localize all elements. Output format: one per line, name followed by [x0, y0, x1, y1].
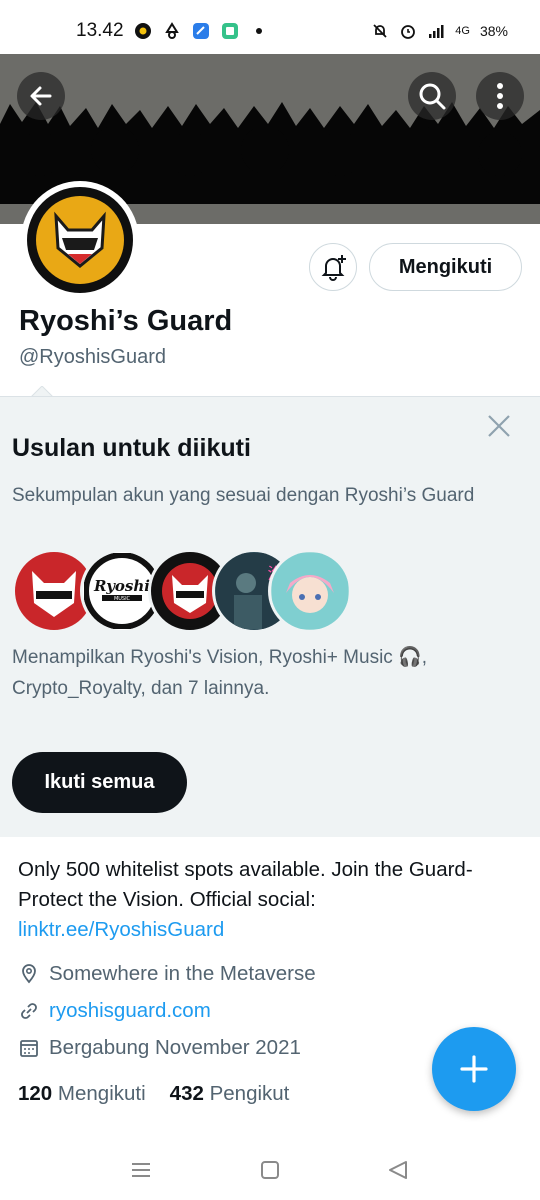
alarm-icon — [401, 25, 416, 39]
suggestions-panel: Usulan untuk diikuti Sekumpulan akun yan… — [0, 396, 540, 837]
link-icon — [18, 1000, 40, 1022]
following-number: 120 — [18, 1082, 53, 1105]
suggested-avatars[interactable]: RyoshiMUSIC 漁師 — [12, 549, 352, 633]
network-type: 4G — [455, 25, 470, 37]
website-link[interactable]: ryoshisguard.com — [49, 999, 211, 1023]
profile-bio: Only 500 whitelist spots available. Join… — [18, 855, 523, 945]
app-notification-icon — [135, 23, 151, 39]
signal-icon — [429, 25, 444, 38]
recent-apps-button[interactable] — [127, 1156, 155, 1184]
suggestions-description: Sekumpulan akun yang sesuai dengan Ryosh… — [12, 485, 475, 506]
following-label: Mengikuti — [57, 1082, 146, 1105]
location-text: Somewhere in the Metaverse — [49, 962, 316, 985]
anime-girl-icon — [272, 553, 348, 629]
status-system-icons: 4G 38% — [371, 22, 508, 40]
notification-toggle-button[interactable] — [309, 243, 357, 291]
followers-number: 432 — [169, 1082, 204, 1105]
location-row: Somewhere in the Metaverse — [18, 962, 316, 986]
bio-text: Only 500 whitelist spots available. Join… — [18, 858, 473, 911]
more-options-button[interactable] — [476, 72, 524, 120]
status-notification-icons — [134, 22, 268, 40]
profile-name: Ryoshi’s Guard — [19, 305, 233, 337]
following-count[interactable]: 120 Mengikuti — [18, 1082, 146, 1106]
joined-text: Bergabung November 2021 — [49, 1036, 301, 1059]
website-row: ryoshisguard.com — [18, 999, 211, 1023]
search-button[interactable] — [408, 72, 456, 120]
guard-cat-logo-icon — [36, 196, 124, 284]
followers-count[interactable]: 432 Pengikut — [170, 1082, 290, 1106]
back-nav-button[interactable] — [384, 1156, 412, 1184]
status-bar: 13.42 4G 38% — [0, 0, 540, 54]
triangle-back-icon — [389, 1161, 407, 1179]
follow-counts: 120 Mengikuti 432 Pengikut — [18, 1082, 289, 1106]
mute-icon — [373, 24, 387, 38]
bio-link[interactable]: linktr.ee/RyoshisGuard — [18, 918, 224, 941]
back-button[interactable] — [17, 72, 65, 120]
profile-handle: @RyoshisGuard — [19, 346, 167, 368]
app-icon-green — [222, 23, 238, 39]
close-icon — [488, 415, 510, 437]
status-time: 13.42 — [76, 20, 124, 41]
arrow-left-icon — [30, 86, 52, 106]
system-navigation-bar — [0, 1140, 540, 1200]
search-icon — [419, 83, 446, 110]
dot-icon — [256, 28, 262, 34]
bell-plus-icon — [321, 255, 346, 281]
location-pin-icon — [18, 963, 40, 985]
avatar-image — [27, 187, 133, 293]
compose-button[interactable] — [432, 1027, 516, 1111]
menu-lines-icon — [132, 1163, 150, 1177]
follow-all-button[interactable]: Ikuti semua — [12, 752, 187, 813]
joined-row: Bergabung November 2021 — [18, 1036, 301, 1060]
calendar-icon — [18, 1037, 40, 1059]
followers-label: Pengikut — [209, 1082, 290, 1105]
music-logo-subtext: MUSIC — [114, 596, 131, 602]
battery-level: 38% — [479, 23, 508, 39]
square-icon — [261, 1161, 279, 1179]
home-button[interactable] — [256, 1156, 284, 1184]
suggested-avatar-anime[interactable] — [268, 549, 352, 633]
close-suggestions-button[interactable] — [484, 411, 514, 441]
recycle-icon — [165, 22, 179, 39]
suggestions-title: Usulan untuk diikuti — [12, 434, 251, 462]
suggestions-summary: Menampilkan Ryoshi's Vision, Ryoshi+ Mus… — [12, 647, 428, 699]
following-button[interactable]: Mengikuti — [369, 243, 522, 291]
music-logo-text: Ryoshi — [93, 577, 150, 595]
app-icon-blue — [193, 23, 209, 39]
profile-avatar[interactable] — [21, 181, 139, 299]
more-vertical-icon — [497, 83, 503, 109]
plus-icon — [460, 1055, 488, 1083]
